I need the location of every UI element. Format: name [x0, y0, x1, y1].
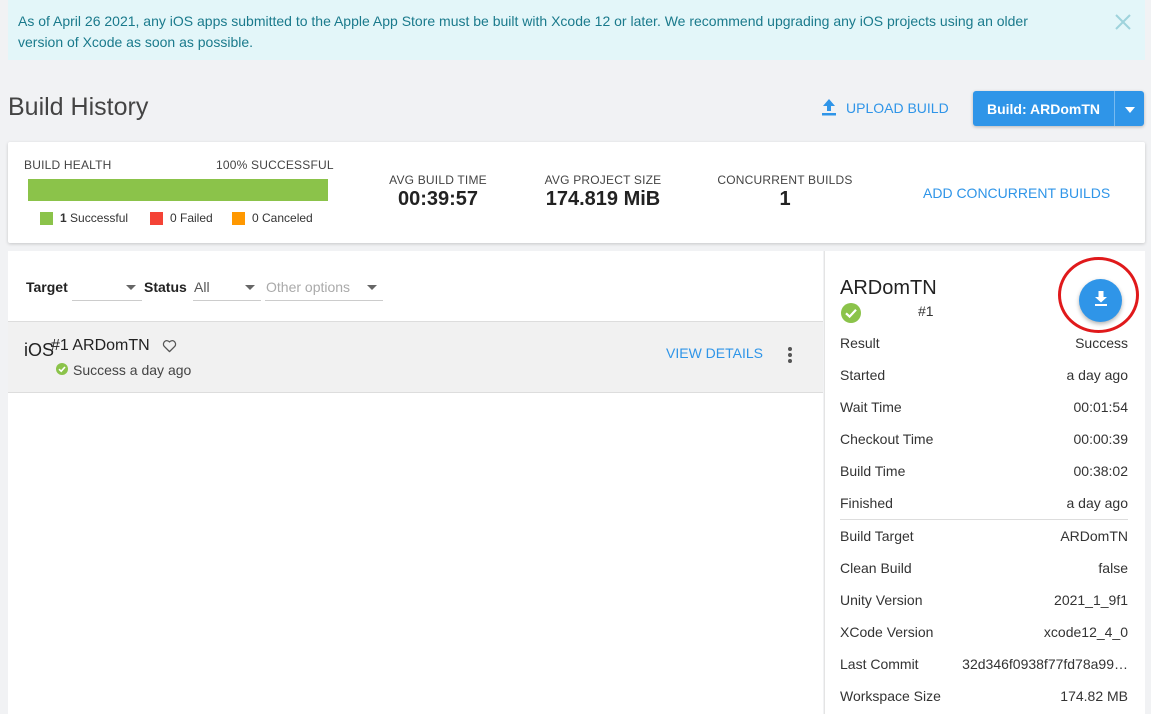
build-status-text: Success a day ago: [73, 362, 192, 378]
filter-bar: Target Status All Other options: [8, 251, 823, 321]
legend-failed: 0 Failed: [150, 211, 213, 225]
detail-value: a day ago: [1066, 367, 1129, 383]
upload-build-button[interactable]: UPLOAD BUILD: [820, 97, 949, 119]
detail-value: 174.82 MB: [1060, 688, 1128, 704]
detail-build-name: ARDomTN: [840, 277, 937, 299]
detail-row-clean-build: Clean Build false: [840, 552, 1128, 584]
detail-row-workspace-size: Workspace Size 174.82 MB: [840, 680, 1128, 712]
concurrent-builds-block: CONCURRENT BUILDS 1: [712, 173, 858, 211]
view-details-link[interactable]: VIEW DETAILS: [666, 345, 763, 361]
avg-project-size-value: 174.819 MiB: [545, 188, 661, 210]
close-icon[interactable]: [1113, 12, 1133, 32]
detail-row-wait-time: Wait Time 00:01:54: [840, 391, 1128, 423]
build-list-panel: Target Status All Other options iOS #1 A…: [8, 251, 823, 714]
build-status: Success a day ago: [56, 362, 191, 378]
detail-label: Wait Time: [840, 399, 902, 415]
build-health-percent: 100% SUCCESSFUL: [216, 158, 334, 172]
add-concurrent-builds-link[interactable]: ADD CONCURRENT BUILDS: [923, 185, 1110, 201]
detail-label: Clean Build: [840, 560, 912, 576]
banner-text: As of April 26 2021, any iOS apps submit…: [18, 13, 1028, 50]
build-detail-panel: ARDomTN #1 Result Success Started a day …: [824, 251, 1145, 714]
detail-row-finished: Finished a day ago: [840, 487, 1128, 519]
detail-value: 2021_1_9f1: [1054, 592, 1128, 608]
success-check-icon: [56, 362, 68, 378]
caret-down-icon: [1124, 100, 1135, 118]
build-health-label: BUILD HEALTH: [24, 158, 112, 172]
detail-value: 00:38:02: [1073, 463, 1129, 479]
ios-xcode-notice-banner: As of April 26 2021, any iOS apps submit…: [8, 0, 1145, 60]
detail-row-result: Result Success: [840, 327, 1128, 359]
avg-build-time-value: 00:39:57: [397, 188, 479, 210]
detail-row-checkout-time: Checkout Time 00:00:39: [840, 423, 1128, 455]
detail-label: XCode Version: [840, 624, 934, 640]
detail-value: false: [1098, 560, 1128, 576]
detail-value: 00:01:54: [1073, 399, 1129, 415]
detail-label: Started: [840, 367, 886, 383]
build-platform: iOS: [24, 340, 55, 360]
detail-label: Result: [840, 335, 880, 351]
detail-label: Last Commit: [840, 656, 919, 672]
page-title: Build History: [8, 93, 149, 121]
avg-build-time-block: AVG BUILD TIME 00:39:57: [388, 173, 488, 211]
build-row[interactable]: iOS #1 ARDomTN Success a day ago VIEW DE…: [8, 321, 823, 393]
detail-row-started: Started a day ago: [840, 359, 1128, 391]
build-button[interactable]: Build: ARDomTN: [973, 91, 1114, 126]
chevron-down-icon: [367, 285, 377, 290]
detail-label: Finished: [840, 495, 893, 511]
successful-count: 1: [60, 211, 67, 225]
chevron-down-icon: [126, 285, 136, 290]
detail-row-unity-version: Unity Version 2021_1_9f1: [840, 584, 1128, 616]
detail-label: Workspace Size: [840, 688, 941, 704]
detail-row-build-target: Build Target ARDomTN: [840, 520, 1128, 552]
detail-value: Success: [1075, 335, 1128, 351]
build-split-button: Build: ARDomTN: [973, 91, 1144, 126]
upload-icon: [820, 97, 838, 120]
detail-value: 00:00:39: [1073, 431, 1129, 447]
heart-icon[interactable]: [162, 339, 177, 358]
status-select-value: All: [194, 279, 210, 295]
detail-value: a day ago: [1066, 495, 1129, 511]
legend-successful: 1 Successful: [40, 211, 128, 225]
failed-swatch: [150, 211, 163, 225]
avg-build-time-label: AVG BUILD TIME: [389, 173, 487, 187]
more-options-icon[interactable]: [785, 345, 795, 365]
concurrent-builds-label: CONCURRENT BUILDS: [717, 173, 853, 187]
failed-label: 0 Failed: [170, 211, 213, 225]
detail-label: Build Target: [840, 528, 914, 544]
upload-build-label: UPLOAD BUILD: [846, 100, 949, 116]
detail-row-last-commit: Last Commit 32d346f0938f77fd78a99…: [840, 648, 1128, 680]
download-icon: [1092, 289, 1110, 312]
legend-canceled: 0 Canceled: [232, 211, 313, 225]
detail-label: Unity Version: [840, 592, 923, 608]
concurrent-builds-value: 1: [779, 188, 791, 210]
other-options-placeholder: Other options: [266, 279, 351, 295]
detail-value: ARDomTN: [1060, 528, 1128, 544]
other-options-select[interactable]: Other options: [265, 273, 383, 301]
detail-build-number: #1: [918, 303, 934, 319]
detail-value: 32d346f0938f77fd78a99…: [962, 656, 1128, 672]
build-health-fill: [28, 179, 328, 201]
successful-label: Successful: [70, 211, 129, 225]
build-options-dropdown[interactable]: [1114, 91, 1144, 126]
canceled-swatch: [232, 211, 245, 225]
target-filter-label: Target: [26, 279, 68, 295]
detail-value: xcode12_4_0: [1043, 624, 1128, 640]
build-health-bar: [28, 179, 328, 201]
download-button[interactable]: [1079, 279, 1122, 322]
canceled-label: 0 Canceled: [252, 211, 313, 225]
detail-label: Checkout Time: [840, 431, 934, 447]
status-select[interactable]: All: [193, 273, 261, 301]
status-filter-label: Status: [144, 279, 187, 295]
detail-label: Build Time: [840, 463, 906, 479]
successful-swatch: [40, 211, 53, 225]
build-title: #1 ARDomTN: [51, 337, 150, 354]
target-select[interactable]: [72, 273, 142, 301]
avg-project-size-label: AVG PROJECT SIZE: [544, 173, 662, 187]
build-stats-card: BUILD HEALTH 100% SUCCESSFUL 1 Successfu…: [8, 142, 1145, 243]
chevron-down-icon: [245, 285, 255, 290]
detail-row-build-time: Build Time 00:38:02: [840, 455, 1128, 487]
avg-project-size-block: AVG PROJECT SIZE 174.819 MiB: [538, 173, 668, 211]
detail-row-xcode-version: XCode Version xcode12_4_0: [840, 616, 1128, 648]
success-check-icon: [841, 303, 861, 328]
